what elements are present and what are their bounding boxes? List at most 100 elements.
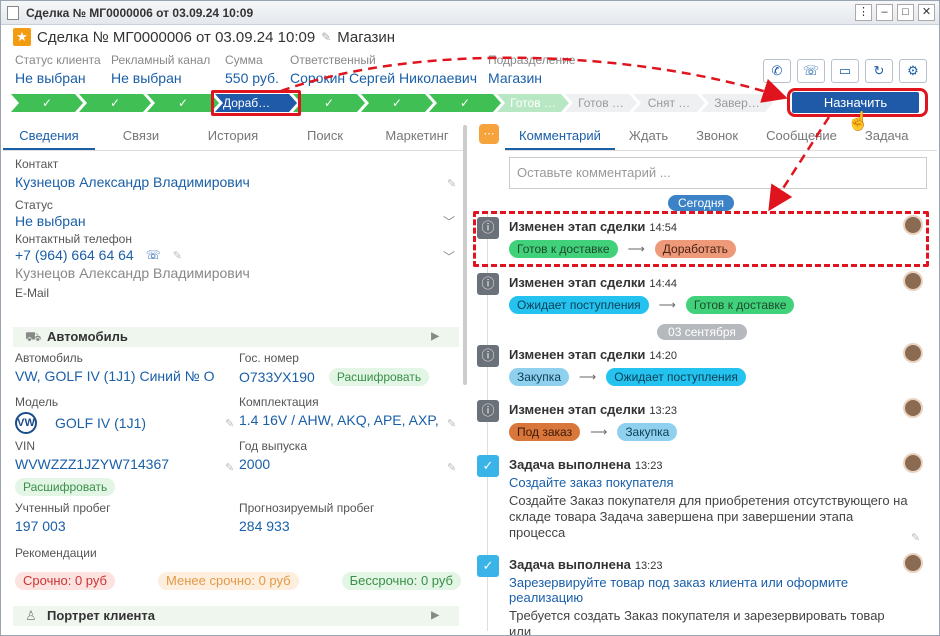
chat-icon: ⋯	[479, 124, 499, 144]
event-time: 13:23	[634, 560, 663, 572]
stage-future[interactable]: Снят …	[633, 94, 705, 112]
portrait-title: Портрет клиента	[47, 608, 155, 623]
portrait-section-header[interactable]: ♙ Портрет клиента ▶	[13, 606, 459, 626]
task-link[interactable]: Зарезервируйте товар под заказ клиента и…	[509, 575, 909, 605]
decode-vin-button[interactable]: Расшифровать	[15, 478, 116, 496]
more-icon[interactable]: ⋮	[855, 4, 872, 21]
email-label: E-Mail	[15, 286, 50, 300]
event-time: 13:23	[634, 460, 663, 472]
plate-value[interactable]: О733УХ190	[239, 369, 315, 385]
stage-done[interactable]: ✓	[11, 94, 83, 112]
edit-pencil-icon[interactable]: ✎	[225, 417, 234, 430]
car-value[interactable]: VW, GOLF IV (1J1) Синий № O	[15, 368, 220, 384]
left-scrollbar[interactable]	[463, 125, 467, 385]
stage-done[interactable]: ✓	[79, 94, 151, 112]
pin-icon[interactable]: ✎	[911, 531, 920, 544]
edit-pencil-icon[interactable]: ✎	[447, 417, 456, 430]
edit-pencil-icon[interactable]: ✎	[447, 461, 456, 474]
close-button[interactable]: ✕	[918, 4, 935, 21]
stage-future[interactable]: Завер…	[701, 94, 773, 112]
contact-label: Контакт	[15, 157, 59, 171]
field-label: Ответственный	[290, 53, 376, 67]
gear-icon[interactable]: ⚙	[899, 59, 927, 83]
favorite-star-icon[interactable]: ★	[13, 28, 31, 46]
tab-message[interactable]: Сообщение	[752, 121, 851, 150]
forecast-value[interactable]: 284 933	[239, 518, 374, 534]
edit-pencil-icon[interactable]: ✎	[173, 249, 182, 262]
field-label: Подразделение	[488, 53, 576, 67]
tab-comment[interactable]: Комментарий	[505, 121, 615, 150]
forecast-label: Прогнозируемый пробег	[239, 501, 375, 515]
reco-less-urgent-badge[interactable]: Менее срочно: 0 руб	[158, 572, 299, 590]
stage-done[interactable]: ✓	[147, 94, 219, 112]
plate-label: Гос. номер	[239, 351, 299, 365]
event-title: Изменен этап сделки	[509, 402, 646, 417]
vin-label: VIN	[15, 439, 36, 453]
chevron-down-icon[interactable]: ﹀	[443, 213, 455, 230]
task-text: Создайте Заказ покупателя для приобретен…	[509, 493, 908, 540]
refresh-icon[interactable]: ↻	[865, 59, 893, 83]
reco-indefinite-badge[interactable]: Бессрочно: 0 руб	[341, 572, 461, 590]
tab-wait[interactable]: Ждать	[615, 121, 682, 150]
phone-icon[interactable]: ☏	[146, 248, 161, 262]
stage-future[interactable]: Готов …	[565, 94, 637, 112]
minimize-button[interactable]: –	[876, 4, 893, 21]
vw-logo-icon: VW	[15, 412, 37, 434]
info-icon: ⓘ	[477, 400, 499, 422]
task-link[interactable]: Создайте заказ покупателя	[509, 475, 909, 490]
chevron-down-icon[interactable]: ﹀	[443, 248, 455, 265]
maximize-button[interactable]: □	[897, 4, 914, 21]
stage-from-badge: Ожидает поступления	[509, 296, 649, 314]
message-icon[interactable]: ▭	[831, 59, 859, 83]
status-value[interactable]: Не выбран	[15, 213, 86, 229]
decode-plate-button[interactable]: Расшифровать	[328, 368, 430, 386]
arrow-icon: ⟶	[590, 425, 608, 439]
deal-fields: Статус клиента Не выбран Рекламный канал Н…	[15, 53, 775, 93]
ad-channel-link[interactable]: Не выбран	[111, 70, 210, 86]
year-label: Год выпуска	[239, 439, 307, 453]
car-icon: ⛟	[25, 329, 42, 344]
call-forward-icon[interactable]: ✆	[763, 59, 791, 83]
tab-search[interactable]: Поиск	[279, 121, 371, 150]
phone-value[interactable]: +7 (964) 664 64 64	[15, 247, 134, 263]
sum-link[interactable]: 550 руб.	[225, 70, 279, 86]
field-label: Сумма	[225, 53, 263, 67]
deal-window: Сделка № МГ0000006 от 03.09.24 10:09 ⋮ –…	[0, 0, 940, 636]
edit-pencil-icon[interactable]: ✎	[321, 30, 331, 44]
phone-icon[interactable]: ☏	[797, 59, 825, 83]
stage-done[interactable]: ✓	[293, 94, 365, 112]
config-value[interactable]: 1.4 16V / AHW, AKQ, APE, AXP,	[239, 412, 445, 428]
edit-pencil-icon[interactable]: ✎	[225, 461, 234, 474]
contact-link[interactable]: Кузнецов Александр Владимирович	[15, 174, 250, 190]
tab-call[interactable]: Звонок	[682, 121, 752, 150]
tab-marketing[interactable]: Маркетинг	[371, 121, 463, 150]
tab-links[interactable]: Связи	[95, 121, 187, 150]
mileage-value[interactable]: 197 003	[15, 518, 110, 534]
chevron-right-icon: ▶	[431, 331, 439, 342]
edit-pencil-icon[interactable]: ✎	[447, 177, 456, 190]
reco-urgent-badge[interactable]: Срочно: 0 руб	[15, 572, 115, 590]
vin-value[interactable]: WVWZZZ1JZYW714367	[15, 456, 169, 472]
tab-history[interactable]: История	[187, 121, 279, 150]
comment-input[interactable]: Оставьте комментарий ...	[509, 157, 927, 189]
stage-next[interactable]: Готов …	[497, 94, 569, 112]
department-link[interactable]: Магазин	[488, 70, 575, 86]
stage-bar: ✓ ✓ ✓ Дораб… ✓ ✓ ✓ Готов … Готов … Снят …	[11, 94, 781, 112]
date-separator-today: Сегодня	[668, 195, 734, 211]
model-value[interactable]: GOLF IV (1J1)	[55, 415, 146, 431]
tab-task[interactable]: Задача	[851, 121, 923, 150]
responsible-link[interactable]: Сорокин Сергей Николаевич	[290, 70, 477, 86]
reco-label: Рекомендации	[15, 546, 97, 560]
arrow-icon: ⟶	[579, 370, 597, 384]
info-icon: ⓘ	[477, 345, 499, 367]
year-value[interactable]: 2000	[239, 456, 307, 472]
stage-done[interactable]: ✓	[361, 94, 433, 112]
form-header: ★ Сделка № МГ0000006 от 03.09.24 10:09 ✎…	[13, 27, 395, 47]
window-title: Сделка № МГ0000006 от 03.09.24 10:09	[26, 5, 254, 20]
tab-info[interactable]: Сведения	[3, 121, 95, 150]
client-status-link[interactable]: Не выбран	[15, 70, 101, 86]
car-section-header[interactable]: ⛟ Автомобиль ▶	[13, 327, 459, 347]
event-title: Изменен этап сделки	[509, 347, 646, 362]
assign-button[interactable]: Назначить	[792, 92, 919, 113]
stage-done[interactable]: ✓	[429, 94, 501, 112]
